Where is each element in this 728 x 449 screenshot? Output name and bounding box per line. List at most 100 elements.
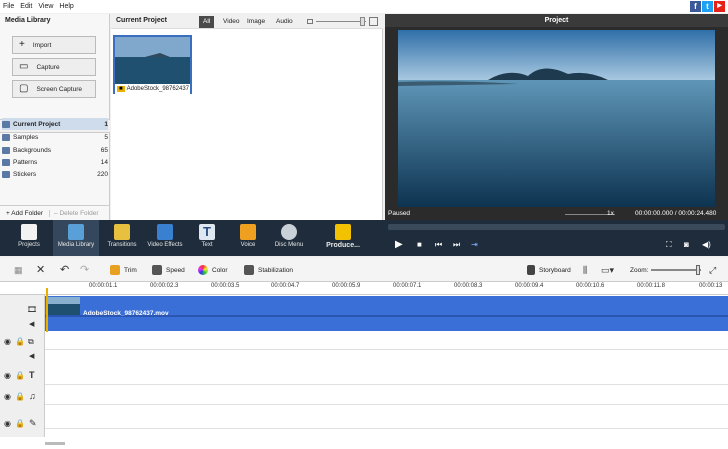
lock-icon[interactable]: 🔒 xyxy=(15,337,25,346)
text-t-icon: T xyxy=(199,224,215,240)
zoom-slider[interactable] xyxy=(651,269,701,271)
trim-button[interactable]: Trim xyxy=(110,258,137,282)
media-thumbnail[interactable]: ■ AdobeStock_98762437 xyxy=(113,35,192,94)
youtube-icon[interactable]: ▶ xyxy=(714,1,725,12)
folder-icon xyxy=(2,170,10,178)
horizontal-scrollbar[interactable] xyxy=(45,442,65,445)
filter-image[interactable]: Image xyxy=(243,16,269,28)
timeline-ruler[interactable]: 00:00:01.1 00:00:02.3 00:00:03.5 00:00:0… xyxy=(0,282,728,295)
capture-button[interactable]: ▭ Capture xyxy=(12,58,96,76)
folder-patterns[interactable]: Patterns 14 xyxy=(2,156,108,168)
project-header: Current Project All Video Image Audio xyxy=(111,14,383,29)
thumbnail-size-slider[interactable] xyxy=(316,21,366,22)
eye-icon[interactable]: ◉ xyxy=(4,419,11,428)
monitor-icon: ▢ xyxy=(19,83,29,94)
trim-icon xyxy=(110,265,120,275)
small-thumbnail-icon[interactable] xyxy=(307,19,313,24)
slider-thumb[interactable] xyxy=(360,17,365,26)
storyboard-button[interactable]: Storyboard xyxy=(527,258,571,282)
clip-thumbnail xyxy=(46,297,80,315)
delete-icon[interactable]: ✕ xyxy=(36,263,45,276)
voice-button[interactable]: Voice xyxy=(234,220,262,256)
snapshot-icon[interactable]: ◙ xyxy=(684,240,689,249)
folder-stickers[interactable]: Stickers 220 xyxy=(2,168,108,180)
preview-panel: Project Paused 1x 00:00:00.000 / 00:00:2… xyxy=(385,14,728,220)
zoom-slider-thumb[interactable] xyxy=(696,265,700,275)
volume-icon[interactable]: ◀) xyxy=(702,240,711,249)
video-effects-button[interactable]: Video Effects xyxy=(143,220,187,256)
eye-icon[interactable]: ◉ xyxy=(4,337,11,346)
stabilization-button[interactable]: Stabilization xyxy=(244,258,293,282)
filter-all[interactable]: All xyxy=(199,16,215,28)
menu-file[interactable]: File xyxy=(3,3,14,10)
clapper-icon xyxy=(21,224,37,240)
playhead[interactable] xyxy=(46,288,48,332)
menu-edit[interactable]: Edit xyxy=(20,3,32,10)
mute-icon[interactable]: ◀ xyxy=(29,352,34,360)
fit-timeline-icon[interactable]: ⤢ xyxy=(709,265,716,276)
folder-backgrounds[interactable]: Backgrounds 65 xyxy=(2,144,108,156)
redo-icon[interactable]: ↷ xyxy=(80,263,89,276)
large-thumbnail-icon[interactable] xyxy=(369,17,378,26)
mute-icon[interactable]: ◀ xyxy=(29,320,34,328)
play-icon[interactable]: ▶ xyxy=(395,239,403,250)
speed-icon xyxy=(152,265,162,275)
ruler-tick: 00:00:07.1 xyxy=(393,283,422,289)
transitions-icon xyxy=(114,224,130,240)
current-project-title: Current Project xyxy=(116,17,167,24)
ruler-tick: 00:00:09.4 xyxy=(515,283,544,289)
import-button[interactable]: + Import xyxy=(12,36,96,54)
add-folder-button[interactable]: + Add Folder xyxy=(0,209,51,217)
ruler-tick: 00:00:04.7 xyxy=(271,283,300,289)
ruler-tick: 00:00:02.3 xyxy=(150,283,179,289)
star-icon xyxy=(157,224,173,240)
previous-frame-icon[interactable]: ⏮ xyxy=(435,240,442,250)
stop-icon[interactable]: ■ xyxy=(417,240,422,249)
eye-icon[interactable]: ◉ xyxy=(4,392,11,401)
stabilization-icon xyxy=(244,265,254,275)
eye-icon[interactable]: ◉ xyxy=(4,371,11,380)
current-project-panel: Current Project All Video Image Audio ■ A… xyxy=(111,14,383,220)
twitter-icon[interactable]: t xyxy=(702,1,713,12)
delete-folder-button[interactable]: – Delete Folder xyxy=(50,210,102,217)
lock-icon[interactable]: 🔒 xyxy=(15,392,25,401)
projects-button[interactable]: Projects xyxy=(12,220,46,256)
audio-mixer-icon[interactable]: ⫼ xyxy=(583,265,587,276)
folder-buttons: + Add Folder – Delete Folder xyxy=(0,205,110,220)
overlay-icon: ⧉ xyxy=(28,337,34,346)
folder-current-project[interactable]: Current Project 1 xyxy=(2,118,108,130)
next-frame-icon[interactable]: ⏭ xyxy=(453,240,460,250)
speed-button[interactable]: Speed xyxy=(152,258,185,282)
facebook-icon[interactable]: f xyxy=(690,1,701,12)
zoom-label: Zoom: xyxy=(630,266,649,274)
screen-capture-button[interactable]: ▢ Screen Capture xyxy=(12,80,96,98)
video-clip[interactable]: AdobeStock_98762437.mov xyxy=(45,296,728,317)
lock-icon[interactable]: 🔒 xyxy=(15,419,25,428)
seek-bar[interactable] xyxy=(388,224,725,230)
split-icon[interactable]: ⇥ xyxy=(471,240,478,249)
plus-icon: + xyxy=(19,39,25,50)
folder-samples[interactable]: Samples 5 xyxy=(2,131,108,143)
undo-icon[interactable]: ↶ xyxy=(60,263,69,276)
menu-view[interactable]: View xyxy=(38,3,53,10)
produce-button[interactable]: Produce... xyxy=(322,220,364,256)
film-icon: 🎞 xyxy=(27,305,38,314)
media-library-title: Media Library xyxy=(5,17,51,24)
disc-menu-button[interactable]: Disc Menu xyxy=(272,220,306,256)
aspect-ratio-icon[interactable]: ▭▾ xyxy=(601,265,614,276)
filter-video[interactable]: Video xyxy=(219,16,244,28)
media-library-button[interactable]: Media Library xyxy=(53,220,99,256)
text-track-header: ◉ 🔒 T xyxy=(0,365,45,385)
lock-icon[interactable]: 🔒 xyxy=(15,371,25,380)
menu-help[interactable]: Help xyxy=(59,3,73,10)
storyboard-icon xyxy=(527,265,535,275)
color-button[interactable]: Color xyxy=(198,258,228,282)
storyboard-view-icon[interactable]: ▦ xyxy=(14,265,23,276)
clip-audio[interactable] xyxy=(45,317,728,331)
filter-audio[interactable]: Audio xyxy=(272,16,297,28)
folder-icon xyxy=(2,146,10,154)
text-button[interactable]: T Text xyxy=(193,220,221,256)
fullscreen-icon[interactable]: ⛶ xyxy=(666,240,672,250)
speed-value: 1x xyxy=(607,210,614,217)
transitions-button[interactable]: Transitions xyxy=(103,220,141,256)
